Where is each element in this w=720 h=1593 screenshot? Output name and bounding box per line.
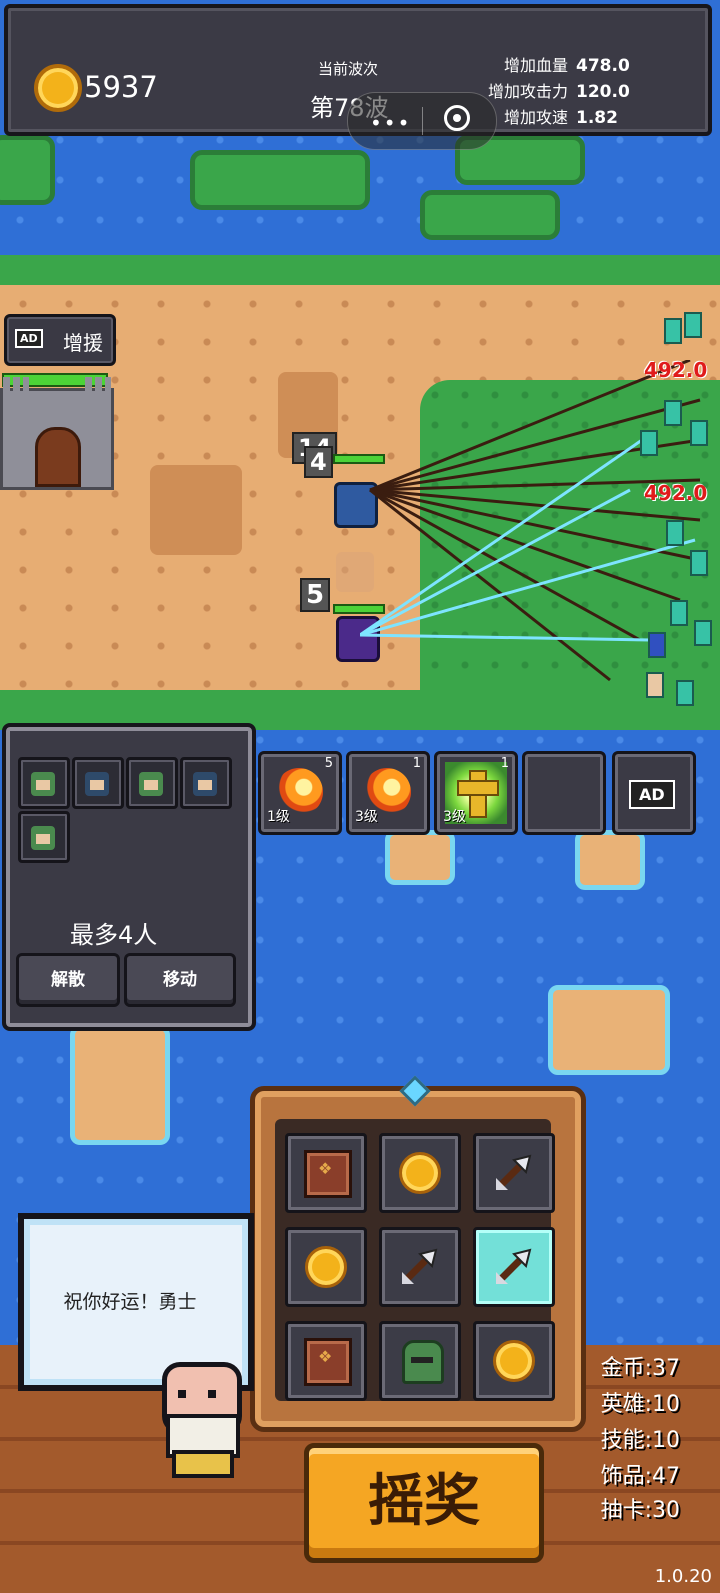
ad-icon: AD	[629, 780, 675, 809]
enemy-unit	[646, 672, 664, 698]
skill-slot[interactable]: 1 3级	[346, 751, 430, 835]
sand-island	[548, 985, 670, 1075]
slot-cell-coin	[285, 1227, 367, 1307]
skill-count: 1	[500, 756, 509, 771]
gold-amount: 5937	[84, 70, 158, 104]
skill-ad-button[interactable]: AD	[612, 751, 696, 835]
slot-cell-arrow-highlighted	[473, 1227, 555, 1307]
enemy-unit	[640, 430, 658, 456]
hero-portrait-icon	[31, 772, 55, 796]
coin-icon	[399, 1152, 441, 1194]
enemy-unit	[664, 400, 682, 426]
slot-machine	[250, 1086, 586, 1432]
slot-cell-arrow	[473, 1133, 555, 1213]
reinforce-label: 增援	[63, 331, 103, 355]
sand-island	[70, 1025, 170, 1145]
damage-number: 492.0	[644, 358, 708, 382]
enemy-unit	[664, 318, 682, 344]
enemy-unit	[648, 632, 666, 658]
hero-portrait-icon	[193, 772, 217, 796]
team-slot[interactable]	[18, 811, 70, 863]
coin-icon	[305, 1246, 347, 1288]
miniprogram-capsule[interactable]: •••	[347, 92, 497, 150]
skill-slot[interactable]: 1 3级	[434, 751, 518, 835]
team-max-label: 最多4人	[70, 921, 158, 949]
capsule-divider	[422, 107, 423, 135]
slot-grid	[275, 1119, 555, 1401]
enemy-unit	[690, 420, 708, 446]
skill-slot[interactable]: 5 1级	[258, 751, 342, 835]
skill-count: 1	[412, 756, 421, 771]
hero-portrait-icon	[31, 826, 55, 850]
sand-island	[575, 830, 645, 890]
enemy-unit	[690, 550, 708, 576]
unit-level-tag: 4	[304, 446, 333, 478]
gold-coin-icon	[34, 64, 82, 112]
grass-island	[0, 135, 55, 205]
skill-level: 3级	[355, 809, 378, 825]
dirt-patch	[150, 465, 242, 555]
team-slot[interactable]	[72, 757, 124, 809]
cost-gold: 金币:37	[600, 1356, 680, 1381]
chest-icon	[304, 1338, 352, 1386]
slot-cell-coin	[473, 1321, 555, 1401]
speech-text: 祝你好运！勇士	[63, 1291, 197, 1313]
close-miniprogram-icon[interactable]	[444, 105, 470, 131]
grass-island	[190, 150, 370, 210]
hero-portrait-icon	[85, 772, 109, 796]
chest-icon	[304, 1150, 352, 1198]
wave-label: 当前波次	[318, 60, 379, 78]
slot-cell-helmet	[379, 1321, 461, 1401]
team-slot[interactable]	[18, 757, 70, 809]
stat-attack: 增加攻击力 120.0	[487, 82, 630, 102]
enemy-unit	[666, 520, 684, 546]
slot-cell-chest	[285, 1133, 367, 1213]
cost-card: 抽卡:30	[600, 1498, 680, 1523]
castle-door	[35, 427, 81, 487]
castle	[0, 377, 114, 490]
cost-skill: 技能:10	[600, 1428, 680, 1453]
cost-accessory: 饰品:47	[600, 1464, 680, 1489]
enemy-unit	[684, 312, 702, 338]
helmet-icon	[402, 1340, 444, 1384]
arrow-icon	[496, 1154, 532, 1190]
more-icon[interactable]: •••	[370, 111, 411, 135]
disband-button[interactable]: 解散	[16, 953, 120, 1007]
team-panel: 最多4人 解散 移动	[2, 723, 256, 1031]
slot-cell-arrow	[379, 1227, 461, 1307]
arrow-icon	[402, 1248, 438, 1284]
stat-attack-speed: 增加攻速 1.82	[503, 108, 618, 128]
slot-cell-chest	[285, 1321, 367, 1401]
sand-island	[385, 830, 455, 885]
version-label: 1.0.20	[654, 1566, 712, 1587]
unit-level-tag: 5	[300, 578, 331, 612]
coin-icon	[493, 1340, 535, 1382]
team-slot[interactable]	[126, 757, 178, 809]
hero-portrait-icon	[139, 772, 163, 796]
skill-level: 3级	[443, 809, 466, 825]
enemy-unit	[670, 600, 688, 626]
stat-hp: 增加血量 478.0	[503, 56, 630, 76]
grass-island	[420, 190, 560, 240]
spin-button[interactable]: 摇奖	[304, 1443, 544, 1563]
skill-count: 5	[324, 756, 333, 771]
skill-slot-empty[interactable]	[522, 751, 606, 835]
cost-hero: 英雄:10	[600, 1392, 680, 1417]
team-slot[interactable]	[180, 757, 232, 809]
enemy-unit	[694, 620, 712, 646]
enemy-unit	[676, 680, 694, 706]
ad-icon: AD	[15, 329, 43, 348]
arrow-icon	[496, 1248, 532, 1284]
damage-number: 492.0	[644, 481, 708, 505]
skill-level: 1级	[267, 809, 290, 825]
move-button[interactable]: 移动	[124, 953, 236, 1007]
slot-cell-coin	[379, 1133, 461, 1213]
reinforce-button[interactable]: AD 增援	[4, 314, 116, 366]
old-man-npc-icon	[152, 1362, 242, 1478]
